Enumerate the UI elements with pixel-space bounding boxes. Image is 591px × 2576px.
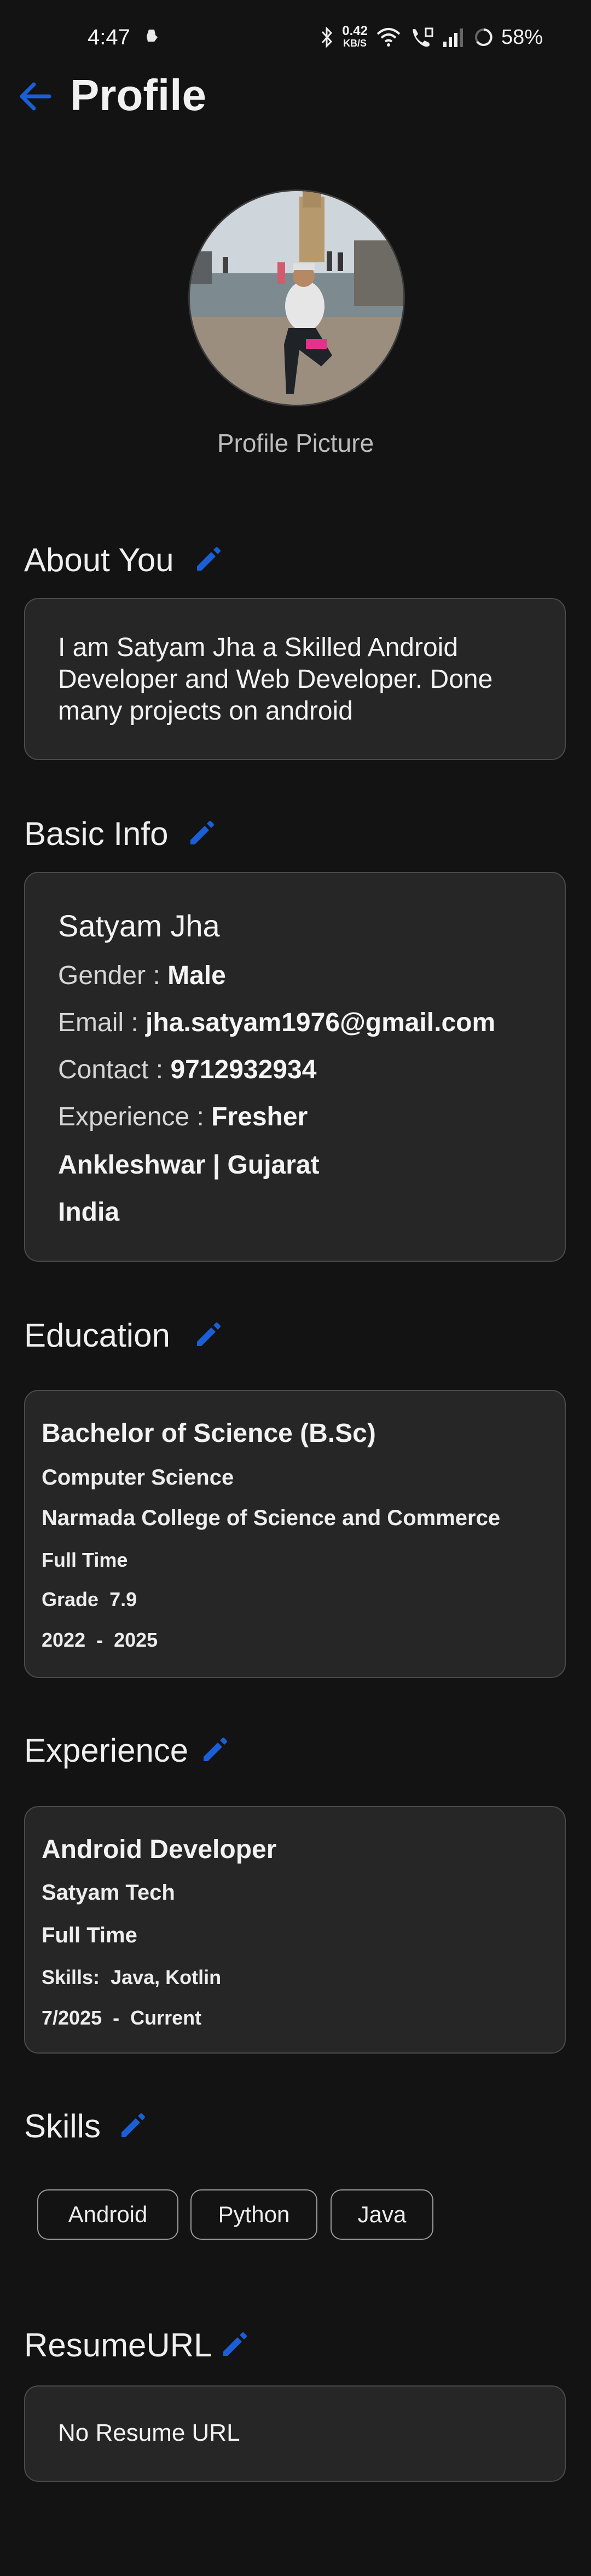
experience-value: Fresher [211,1102,308,1131]
signal-icon [443,28,463,47]
wifi-icon [376,28,401,47]
about-text: I am Satyam Jha a Skilled Android Develo… [58,633,493,726]
resume-url-text: No Resume URL [58,2419,240,2446]
resume-section-title: ResumeURL [24,2327,212,2364]
profile-picture-caption: Profile Picture [217,429,374,457]
company-text: Satyam Tech [42,1881,175,1905]
skill-chip[interactable]: Android [37,2189,178,2240]
education-dates: 2022 - 2025 [42,1629,158,1651]
education-card: Bachelor of Science (B.Sc) Computer Scie… [24,1390,566,1678]
resume-card: No Resume URL [24,2385,566,2482]
job-type-text: Full Time [42,1923,137,1947]
edit-experience-icon[interactable] [199,1735,230,1766]
experience-card: Android Developer Satyam Tech Full Time … [24,1806,566,2054]
basic-info-section-title: Basic Info [24,815,169,852]
edit-skills-icon[interactable] [117,2111,148,2141]
about-section-title: About You [24,542,174,578]
user-name: Satyam Jha [58,909,220,943]
grade-row: Grade 7.9 [42,1588,137,1611]
skills-section-title: Skills [24,2108,101,2144]
contact-row: Contact : 9712932934 [58,1055,317,1084]
profile-photo-image [190,191,403,405]
experience-skills-value: Java, Kotlin [111,1966,222,1988]
experience-section-title: Experience [24,1732,189,1769]
contact-value: 9712932934 [170,1055,317,1084]
location-text: Ankleshwar | Gujarat [58,1151,320,1180]
gender-value: Male [167,961,226,990]
edit-about-icon[interactable] [193,544,223,575]
notification-icon [147,30,158,42]
study-type-text: Full Time [42,1549,128,1571]
skill-chip[interactable]: Java [331,2189,433,2240]
battery-percent: 58% [501,25,543,49]
experience-row: Experience : Fresher [58,1102,308,1131]
role-text: Android Developer [42,1835,277,1864]
email-value: jha.satyam1976@gmail.com [146,1008,496,1037]
skill-chip[interactable]: Python [190,2189,317,2240]
page-title: Profile [70,71,206,119]
status-time: 4:47 [88,25,130,49]
bluetooth-icon [322,26,333,48]
back-arrow-icon[interactable] [15,77,55,116]
call-volte-icon [412,27,433,47]
experience-skills-row: Skills: Java, Kotlin [42,1966,222,1988]
profile-picture[interactable] [188,189,405,406]
grade-value: 7.9 [109,1588,137,1611]
field-text: Computer Science [42,1465,234,1490]
experience-dates: 7/2025 - Current [42,2006,202,2029]
edit-resume-icon[interactable] [219,2330,250,2360]
battery-icon [474,28,493,46]
basic-info-card: Satyam Jha Gender : Male Email : jha.sat… [24,872,566,1262]
degree-text: Bachelor of Science (B.Sc) [42,1419,376,1448]
network-speed: 0.42 KB/S [342,24,368,49]
college-text: Narmada College of Science and Commerce [42,1506,501,1530]
email-row: Email : jha.satyam1976@gmail.com [58,1008,496,1037]
status-right: 0.42 KB/S 58% [320,24,543,50]
country-text: India [58,1198,120,1227]
status-bar: 4:47 0.42 KB/S 58% [0,0,591,77]
gender-row: Gender : Male [58,961,226,990]
about-card: I am Satyam Jha a Skilled Android Develo… [24,598,566,760]
education-section-title: Education [24,1317,170,1354]
edit-education-icon[interactable] [193,1320,223,1350]
edit-basic-info-icon[interactable] [186,818,217,849]
